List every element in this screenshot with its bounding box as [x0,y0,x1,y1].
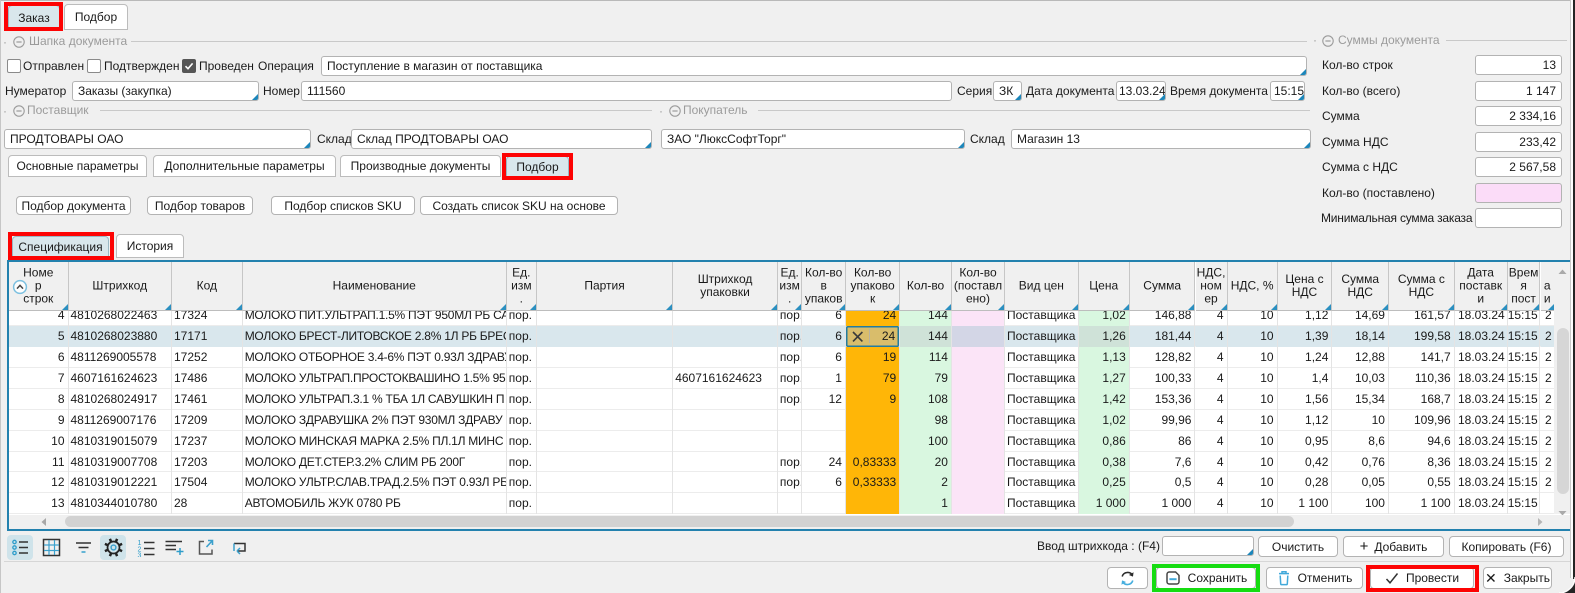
svg-text:3: 3 [137,552,141,557]
